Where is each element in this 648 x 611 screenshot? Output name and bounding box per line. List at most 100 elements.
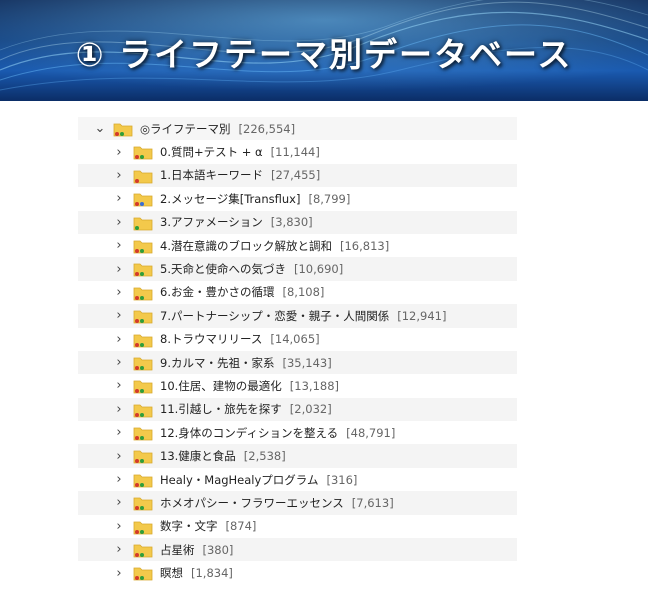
tree-item-label: 9.カルマ・先祖・家系 [35,143]: [160, 355, 332, 371]
tree-item-label: 13.健康と食品 [2,538]: [160, 448, 286, 464]
chevron-right-icon[interactable]: ›: [113, 145, 125, 160]
folder-name: 8.トラウマリリース: [160, 332, 263, 347]
tree-folder-row[interactable]: › 8.トラウマリリース [14,065]: [78, 328, 517, 351]
folder-icon: [133, 404, 153, 418]
folder-icon: [133, 217, 153, 230]
tree-folder-row[interactable]: › 数字・文字 [874]: [78, 515, 517, 538]
tree-folder-row[interactable]: › 瞑想 [1,834]: [78, 561, 517, 584]
folder-name: ホメオパシー・フラワーエッセンス: [160, 495, 344, 510]
tree-item-label: 4.潜在意識のブロック解放と調和 [16,813]: [160, 238, 389, 254]
folder-name: 9.カルマ・先祖・家系: [160, 355, 275, 370]
header-banner: ① ライフテーマ別データベース: [0, 0, 648, 101]
tree-root-label: ◎ライフテーマ別 [226,554]: [140, 121, 295, 137]
tree-item-label: ホメオパシー・フラワーエッセンス [7,613]: [160, 495, 394, 511]
status-dot-icon: [140, 482, 144, 487]
chevron-right-icon[interactable]: ›: [113, 332, 125, 347]
status-dot-icon: [135, 482, 139, 487]
folder-name: 13.健康と食品: [160, 449, 236, 464]
folder-name: 1.日本語キーワード: [160, 168, 263, 183]
tree-folder-row[interactable]: › 3.アファメーション [3,830]: [78, 210, 517, 234]
chevron-right-icon[interactable]: ›: [113, 449, 125, 464]
chevron-right-icon[interactable]: ›: [113, 566, 125, 581]
tree-folder-row[interactable]: › 4.潜在意識のブロック解放と調和 [16,813]: [78, 234, 517, 257]
tree-folder-row[interactable]: › Healy・MagHealyプログラム [316]: [78, 468, 517, 491]
tree-folder-row[interactable]: › ホメオパシー・フラワーエッセンス [7,613]: [78, 491, 517, 515]
folder-name: 4.潜在意識のブロック解放と調和: [160, 238, 332, 253]
status-dot-icon: [140, 155, 144, 160]
folder-icon: [133, 427, 153, 441]
tree-folder-row[interactable]: › 占星術 [380]: [78, 538, 517, 562]
folder-icon: [133, 310, 153, 324]
folder-icon: [133, 193, 153, 207]
tree-folder-row[interactable]: › 9.カルマ・先祖・家系 [35,143]: [78, 350, 517, 375]
item-count: [12,941]: [397, 308, 447, 323]
tree-folder-row[interactable]: › 0.質問+テスト + α [11,144]: [78, 140, 517, 163]
status-dot-icon: [135, 319, 139, 324]
chevron-right-icon[interactable]: ›: [113, 519, 125, 534]
tree-folder-row[interactable]: › 7.パートナーシップ・恋愛・親子・人間関係 [12,941]: [78, 304, 517, 328]
folder-icon: [133, 568, 153, 581]
tree-folder-row[interactable]: › 12.身体のコンディションを整える [48,791]: [78, 421, 517, 444]
item-count: [8,799]: [308, 191, 351, 206]
status-dot-icon: [135, 295, 139, 300]
tree-item-label: 3.アファメーション [3,830]: [160, 214, 313, 230]
tree-item-label: 6.お金・豊かさの循環 [8,108]: [160, 284, 324, 300]
status-dot-icon: [135, 202, 139, 207]
item-count: [1,834]: [191, 566, 233, 581]
status-dot-icon: [140, 365, 144, 370]
status-dot-icon: [135, 412, 139, 417]
status-dot-icon: [140, 412, 144, 417]
item-count: [27,455]: [270, 168, 321, 183]
tree-folder-row[interactable]: › 5.天命と使命への気づき [10,690]: [78, 257, 517, 281]
folder-name: ◎ライフテーマ別: [140, 121, 231, 136]
item-count: [3,830]: [270, 215, 313, 230]
folder-icon: [133, 380, 153, 394]
chevron-right-icon[interactable]: ›: [113, 542, 125, 557]
status-dot-icon: [140, 389, 144, 394]
status-dot-icon: [140, 248, 144, 253]
chevron-right-icon[interactable]: ›: [113, 425, 125, 440]
chevron-right-icon[interactable]: ›: [113, 402, 125, 417]
item-count: [13,188]: [289, 378, 340, 393]
folder-name: 瞑想: [160, 566, 183, 581]
chevron-right-icon[interactable]: ›: [113, 262, 125, 277]
folder-icon: [133, 287, 153, 301]
chevron-right-icon[interactable]: ›: [113, 168, 125, 183]
folder-name: 占星術: [160, 542, 195, 557]
status-dot-icon: [135, 576, 139, 581]
chevron-right-icon[interactable]: ›: [113, 238, 125, 253]
tree-folder-row[interactable]: › 11.引越し・旅先を探す [2,032]: [78, 397, 517, 422]
status-dot-icon: [140, 529, 144, 534]
tree-folder-row[interactable]: › 10.住居、建物の最適化 [13,188]: [78, 374, 517, 397]
tree-folder-row[interactable]: › 6.お金・豊かさの循環 [8,108]: [78, 281, 517, 304]
folder-name: 3.アファメーション: [160, 215, 263, 230]
tree-root-row[interactable]: ⌄ ◎ライフテーマ別 [226,554]: [78, 117, 517, 141]
tree-item-label: 0.質問+テスト + α [11,144]: [160, 144, 320, 160]
folder-icon: [133, 497, 153, 511]
item-count: [48,791]: [346, 425, 396, 440]
tree-folder-row[interactable]: › 2.メッセージ集[Transflux] [8,799]: [78, 187, 517, 210]
chevron-right-icon[interactable]: ›: [113, 355, 125, 370]
chevron-right-icon[interactable]: ›: [113, 191, 125, 206]
item-count: [226,554]: [238, 121, 296, 136]
chevron-down-icon[interactable]: ⌄: [94, 121, 106, 136]
item-count: [316]: [326, 472, 358, 487]
chevron-right-icon[interactable]: ›: [113, 308, 125, 323]
chevron-right-icon[interactable]: ›: [113, 378, 125, 393]
status-dot-icon: [140, 459, 144, 464]
item-count: [874]: [225, 519, 257, 534]
chevron-right-icon[interactable]: ›: [113, 495, 125, 510]
folder-icon: [133, 146, 153, 160]
status-dot-icon: [135, 553, 139, 558]
folder-icon: [133, 240, 153, 254]
chevron-right-icon[interactable]: ›: [113, 215, 125, 230]
chevron-right-icon[interactable]: ›: [113, 285, 125, 300]
folder-icon: [133, 474, 153, 488]
item-count: [8,108]: [282, 285, 325, 300]
tree-folder-row[interactable]: › 1.日本語キーワード [27,455]: [78, 163, 517, 188]
item-count: [16,813]: [339, 238, 390, 253]
status-dot-icon: [135, 436, 139, 441]
chevron-right-icon[interactable]: ›: [113, 472, 125, 487]
tree-folder-row[interactable]: › 13.健康と食品 [2,538]: [78, 444, 517, 468]
status-dot-icon: [135, 459, 139, 464]
